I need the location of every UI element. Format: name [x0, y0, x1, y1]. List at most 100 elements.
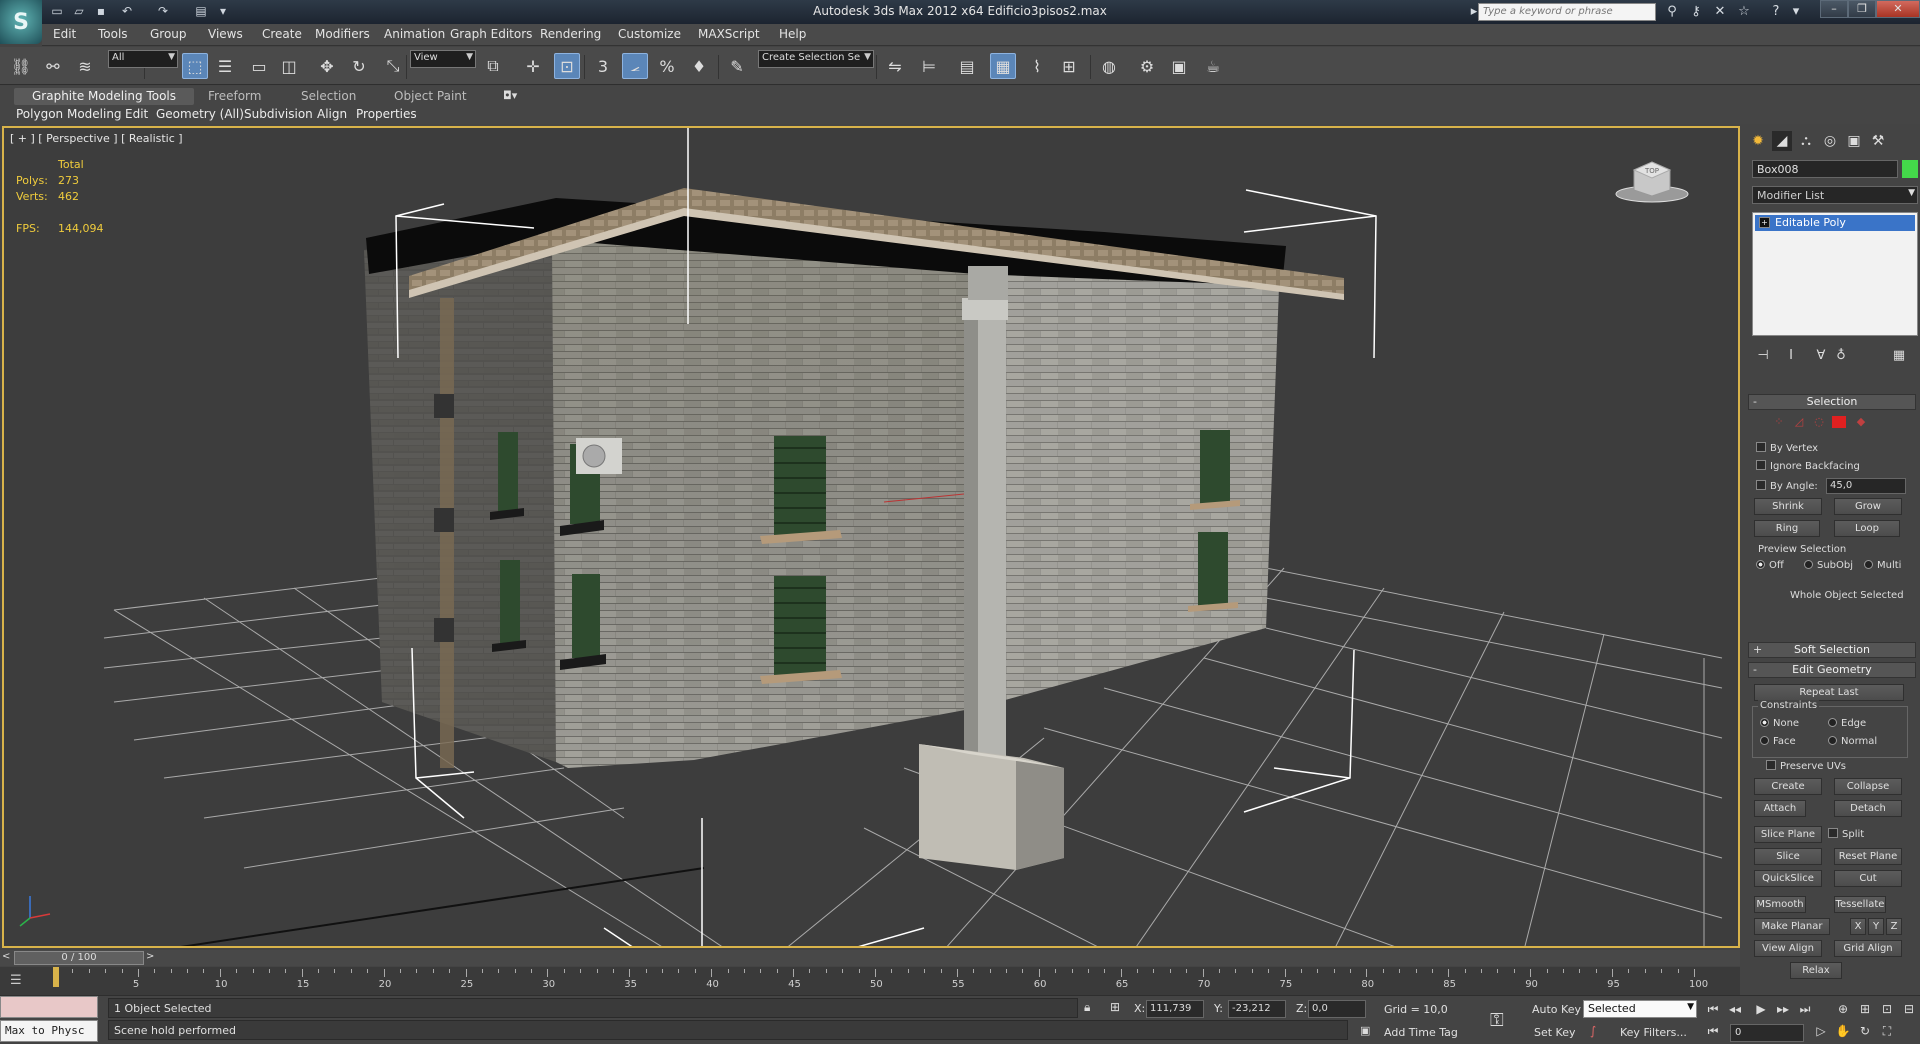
snaps-toggle-icon[interactable]: 3 [590, 53, 616, 79]
current-frame-field[interactable]: 0 [1730, 1024, 1804, 1042]
modifier-list-dropdown[interactable]: Modifier List ▼ [1752, 186, 1918, 204]
subtab-align[interactable]: Align [317, 107, 347, 123]
favorites-icon[interactable]: ☆ [1734, 3, 1754, 21]
close-button[interactable]: ✕ [1876, 0, 1920, 18]
help-dropdown-icon[interactable]: ▾ [1786, 3, 1806, 21]
add-time-tag-icon[interactable]: ▣ [1360, 1024, 1370, 1037]
split-checkbox[interactable]: Split [1828, 828, 1864, 840]
preview-subobj-radio[interactable]: SubObj [1804, 560, 1853, 571]
binoculars-icon[interactable]: ⚲ [1662, 3, 1682, 21]
tab-freeform[interactable]: Freeform [190, 88, 279, 105]
menu-animation[interactable]: Animation [384, 27, 445, 41]
remove-modifier-icon[interactable]: ♁ [1830, 348, 1852, 366]
zoom-extents-icon[interactable]: ⊡ [1878, 1000, 1896, 1018]
play-icon[interactable]: ▶ [1752, 1000, 1770, 1018]
reference-coordinate-dropdown[interactable]: View ▼ [410, 50, 476, 68]
mirror-icon[interactable]: ⇋ [882, 53, 908, 79]
menu-views[interactable]: Views [208, 27, 243, 41]
rectangular-selection-icon[interactable]: ▭ [246, 53, 272, 79]
utilities-tab-icon[interactable]: ⚒ [1868, 131, 1888, 151]
subtab-properties[interactable]: Properties [356, 107, 417, 123]
shrink-button[interactable]: Shrink [1754, 498, 1822, 515]
tab-selection[interactable]: Selection [283, 88, 374, 105]
by-angle-spinner[interactable]: 45,0 [1826, 478, 1906, 494]
object-name-field[interactable]: Box008 [1752, 160, 1898, 178]
menu-create[interactable]: Create [262, 27, 302, 41]
subtab-polygon-modeling[interactable]: Polygon Modeling [16, 107, 122, 123]
select-manipulate-icon[interactable]: ✛ [520, 53, 546, 79]
selection-rollout-header[interactable]: - Selection [1748, 394, 1916, 410]
search-input[interactable]: Type a keyword or phrase [1478, 3, 1656, 21]
viewport-label[interactable]: [ + ] [ Perspective ] [ Realistic ] [10, 132, 183, 145]
msmooth-button[interactable]: MSmooth [1754, 896, 1806, 913]
maxscript-mini-listener-top[interactable] [0, 996, 98, 1018]
menu-customize[interactable]: Customize [618, 27, 681, 41]
create-tab-icon[interactable]: ✹ [1748, 131, 1768, 151]
menu-modifiers[interactable]: Modifiers [315, 27, 370, 41]
menu-maxscript[interactable]: MAXScript [698, 27, 760, 41]
z-coordinate-field[interactable]: 0,0 [1308, 1000, 1366, 1018]
angle-snap-icon[interactable]: ⦟ [622, 53, 648, 79]
maxscript-mini-listener[interactable]: Max to Physc [0, 1020, 98, 1042]
unlink-icon[interactable]: ⚯ [40, 53, 66, 79]
soft-selection-rollout-header[interactable]: + Soft Selection [1748, 642, 1916, 658]
window-crossing-icon[interactable]: ◫ [276, 53, 302, 79]
material-editor-icon[interactable]: ◍ [1096, 53, 1122, 79]
subscription-center-icon[interactable]: ⚷ [1686, 3, 1706, 21]
zoom-all-icon[interactable]: ⊞ [1856, 1000, 1874, 1018]
subtab-edit[interactable]: Edit [125, 107, 148, 123]
orbit-icon[interactable]: ↻ [1856, 1022, 1874, 1040]
move-icon[interactable]: ✥ [314, 53, 340, 79]
key-filter-dropdown[interactable]: Selected ▼ [1583, 1000, 1697, 1018]
go-to-end-icon[interactable]: ⏭ [1796, 1000, 1814, 1018]
render-setup-icon[interactable]: ⚙ [1134, 53, 1160, 79]
ribbon-options-icon[interactable]: ◘▾ [503, 89, 517, 102]
key-filters-button[interactable]: Key Filters... [1620, 1026, 1687, 1039]
hierarchy-tab-icon[interactable]: ⛬ [1796, 131, 1816, 151]
display-tab-icon[interactable]: ▣ [1844, 131, 1864, 151]
pan-view-icon[interactable]: ✋ [1834, 1022, 1852, 1040]
perspective-viewport[interactable]: [ + ] [ Perspective ] [ Realistic ] Tota… [2, 126, 1740, 948]
scale-icon[interactable]: ⤡ [380, 53, 406, 79]
key-mode-toggle-icon[interactable]: ⏮ [1704, 1022, 1722, 1040]
go-to-start-icon[interactable]: ⏮ [1704, 1000, 1722, 1018]
graphite-toggle-icon[interactable]: ▦ [990, 53, 1016, 79]
absolute-mode-icon[interactable]: ⊞ [1110, 1000, 1120, 1014]
edit-named-selection-icon[interactable]: ✎ [724, 53, 750, 79]
rendered-frame-window-icon[interactable]: ▣ [1166, 53, 1192, 79]
edge-mode-icon[interactable]: ◿ [1792, 416, 1806, 428]
named-selection-sets-dropdown[interactable]: Create Selection Se ▼ [758, 50, 874, 68]
preserve-uvs-checkbox[interactable]: Preserve UVs [1766, 760, 1846, 772]
relax-button[interactable]: Relax [1790, 962, 1842, 979]
communication-center-icon[interactable]: ✕ [1710, 3, 1730, 21]
tab-object-paint[interactable]: Object Paint [376, 88, 485, 105]
render-production-icon[interactable]: ☕ [1200, 53, 1226, 79]
vertex-mode-icon[interactable]: ⁘ [1772, 416, 1786, 428]
set-key-mode-icon[interactable]: ⚿ [1490, 1010, 1504, 1031]
curve-editor-icon[interactable]: ⌇ [1024, 53, 1050, 79]
layer-manager-icon[interactable]: ▤ [954, 53, 980, 79]
loop-button[interactable]: Loop [1834, 520, 1900, 537]
next-frame-icon[interactable]: > [146, 951, 154, 962]
keyboard-shortcut-override-icon[interactable]: ⊡ [554, 53, 580, 79]
edit-geometry-rollout-header[interactable]: - Edit Geometry [1748, 662, 1916, 678]
cut-button[interactable]: Cut [1834, 870, 1902, 887]
pivot-center-icon[interactable]: ⧉ [480, 53, 506, 79]
x-coordinate-field[interactable]: 111,739 [1146, 1000, 1204, 1018]
app-menu-logo-icon[interactable]: S [0, 0, 42, 44]
constraint-edge-radio[interactable]: Edge [1828, 718, 1866, 729]
preview-multi-radio[interactable]: Multi [1864, 560, 1901, 571]
menu-help[interactable]: Help [779, 27, 806, 41]
previous-frame-icon[interactable]: ◂◂ [1726, 1000, 1744, 1018]
open-mini-curve-editor-icon[interactable]: ☰ [10, 973, 22, 988]
next-frame-button-icon[interactable]: ▸▸ [1774, 1000, 1792, 1018]
configure-modifier-sets-icon[interactable]: ▦ [1888, 348, 1910, 366]
grow-button[interactable]: Grow [1834, 498, 1902, 515]
minimize-button[interactable]: – [1820, 0, 1848, 18]
y-coordinate-field[interactable]: -23,212 [1228, 1000, 1286, 1018]
planar-y-button[interactable]: Y [1868, 918, 1884, 935]
border-mode-icon[interactable]: ◌ [1812, 416, 1826, 428]
preview-off-radio[interactable]: Off [1756, 560, 1784, 571]
current-frame-marker[interactable] [53, 967, 59, 987]
tessellate-button[interactable]: Tessellate [1834, 896, 1886, 913]
